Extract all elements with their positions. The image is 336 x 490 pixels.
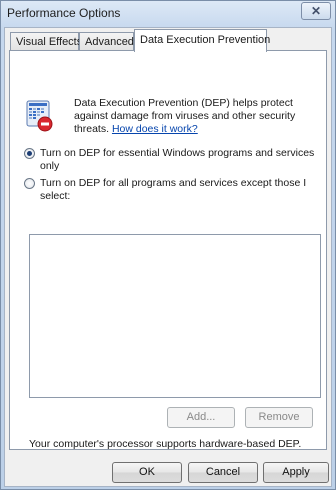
radio-label-essential-only: Turn on DEP for essential Windows progra… bbox=[40, 147, 315, 172]
processor-support-text: Your computer's processor supports hardw… bbox=[29, 438, 302, 450]
cancel-button[interactable]: Cancel bbox=[188, 462, 258, 483]
radio-dot bbox=[27, 151, 32, 156]
tab-label: Visual Effects bbox=[16, 36, 83, 48]
radio-button-unselected[interactable] bbox=[24, 178, 35, 189]
tab-visual-effects[interactable]: Visual Effects bbox=[10, 32, 83, 51]
how-does-it-work-link[interactable]: How does it work? bbox=[112, 123, 198, 135]
dep-shield-icon bbox=[26, 100, 53, 132]
window-title: Performance Options bbox=[7, 6, 121, 20]
radio-button-selected[interactable] bbox=[24, 148, 35, 159]
tab-advanced[interactable]: Advanced bbox=[79, 32, 134, 51]
tab-data-execution-prevention[interactable]: Data Execution Prevention bbox=[134, 29, 271, 52]
dialog-body: Visual Effects Advanced Data Execution P… bbox=[4, 27, 332, 487]
dep-description: Data Execution Prevention (DEP) helps pr… bbox=[74, 97, 324, 136]
dep-tab-panel: Data Execution Prevention (DEP) helps pr… bbox=[9, 50, 327, 450]
title-bar[interactable]: Performance Options ✕ bbox=[1, 1, 335, 27]
radio-label-all-programs: Turn on DEP for all programs and service… bbox=[40, 177, 307, 202]
performance-options-window: Performance Options ✕ Visual Effects Adv… bbox=[0, 0, 336, 490]
tab-label: Advanced bbox=[85, 36, 134, 48]
close-icon: ✕ bbox=[310, 4, 322, 18]
tab-label: Data Execution Prevention bbox=[140, 34, 271, 46]
remove-button[interactable]: Remove bbox=[245, 407, 313, 428]
close-button[interactable]: ✕ bbox=[301, 2, 331, 20]
apply-button[interactable]: Apply bbox=[263, 462, 329, 483]
add-button[interactable]: Add... bbox=[167, 407, 235, 428]
ok-button[interactable]: OK bbox=[112, 462, 182, 483]
dep-exceptions-list[interactable] bbox=[29, 234, 321, 398]
